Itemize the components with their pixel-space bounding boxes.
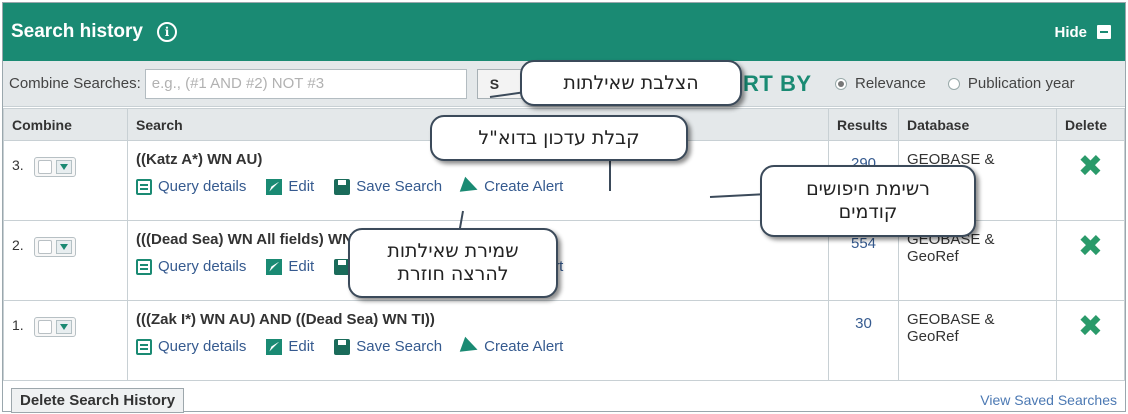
query-text: (((Zak I*) WN AU) AND ((Dead Sea) WN TI)…	[136, 311, 435, 328]
col-combine: Combine	[3, 108, 128, 141]
hide-label: Hide	[1054, 23, 1087, 41]
query-details-label: Query details	[158, 338, 247, 355]
query-details-icon	[136, 258, 152, 275]
save-search-link[interactable]: Save Search	[334, 178, 442, 195]
callout-save-line2: להרצה חוזרת	[397, 263, 509, 285]
callout-history-line1: רשימת חיפושים	[806, 178, 930, 201]
query-details-link[interactable]: Query details	[136, 178, 246, 195]
edit-label: Edit	[288, 338, 315, 355]
hide-button[interactable]: Hide	[1054, 24, 1111, 41]
callout-alert: קבלת עדכון בדוא"ל	[430, 115, 688, 161]
save-search-label: Save Search	[356, 178, 443, 195]
edit-icon	[266, 258, 283, 275]
col-database: Database	[898, 108, 1057, 141]
query-details-icon	[136, 338, 152, 355]
callout-combine-text: הצלבת שאילתות	[563, 71, 699, 94]
combine-dropdown-icon[interactable]	[55, 320, 72, 334]
edit-link[interactable]: Edit	[266, 178, 314, 195]
callout-combine: הצלבת שאילתות	[520, 60, 742, 106]
callout-save-line1: שמירת שאילתות	[387, 240, 519, 263]
combine-searches-input[interactable]	[144, 68, 467, 99]
collapse-icon	[1097, 25, 1111, 39]
edit-icon	[266, 338, 283, 355]
row-number: 3.	[12, 157, 24, 173]
row-number: 2.	[12, 237, 24, 253]
alert-icon	[459, 176, 481, 197]
create-alert-label: Create Alert	[484, 178, 564, 195]
edit-icon	[266, 178, 283, 195]
query-details-link[interactable]: Query details	[136, 258, 246, 275]
edit-label: Edit	[288, 178, 315, 195]
callout-save: שמירת שאילתות להרצה חוזרת	[348, 228, 558, 298]
row-number: 1.	[12, 317, 24, 333]
combine-dropdown-icon[interactable]	[55, 240, 72, 254]
col-results: Results	[828, 108, 899, 141]
panel-title: Search history	[11, 21, 143, 42]
edit-link[interactable]: Edit	[266, 258, 314, 275]
sort-options: Relevance Publication year	[835, 75, 1097, 92]
save-search-link[interactable]: Save Search	[334, 338, 442, 355]
edit-link[interactable]: Edit	[266, 338, 314, 355]
combine-checkbox[interactable]	[37, 160, 52, 174]
sort-relevance-label: Relevance	[855, 75, 926, 92]
search-history-header: Search history i Hide	[3, 3, 1125, 61]
query-details-label: Query details	[158, 258, 247, 275]
combine-checkbox[interactable]	[37, 320, 52, 334]
delete-icon[interactable]: ✖	[1056, 220, 1125, 301]
table-row: 1. (((Zak I*) WN AU) AND ((Dead Sea) WN …	[3, 300, 1125, 381]
save-icon	[334, 338, 351, 355]
combine-searches-label: Combine Searches:	[9, 75, 141, 92]
sort-year-label: Publication year	[967, 75, 1075, 92]
col-delete: Delete	[1056, 108, 1125, 141]
sort-by-label: RT BY	[743, 71, 812, 96]
query-details-label: Query details	[158, 178, 247, 195]
edit-label: Edit	[288, 258, 315, 275]
results-link[interactable]: 30	[828, 300, 899, 381]
sort-relevance-radio[interactable]	[835, 77, 847, 90]
alert-icon	[459, 336, 481, 357]
callout-alert-text: קבלת עדכון בדוא"ל	[478, 126, 640, 149]
combine-checkbox[interactable]	[37, 240, 52, 254]
callout-history: רשימת חיפושים קודמים	[760, 165, 976, 237]
query-details-link[interactable]: Query details	[136, 338, 246, 355]
sort-year-radio[interactable]	[947, 77, 960, 90]
query-details-icon	[136, 178, 152, 195]
delete-icon[interactable]: ✖	[1056, 140, 1125, 221]
save-search-label: Save Search	[356, 338, 443, 355]
view-saved-searches-link[interactable]: View Saved Searches	[980, 392, 1117, 408]
callout-history-line2: קודמים	[838, 201, 898, 223]
database-cell: GEOBASE & GeoRef	[898, 300, 1057, 381]
create-alert-link[interactable]: Create Alert	[459, 176, 564, 197]
save-icon	[334, 178, 351, 195]
delete-search-history-button[interactable]: Delete Search History	[11, 387, 185, 413]
create-alert-label: Create Alert	[484, 338, 564, 355]
combine-dropdown-icon[interactable]	[55, 160, 72, 174]
info-icon[interactable]: i	[157, 22, 177, 42]
delete-icon[interactable]: ✖	[1056, 300, 1125, 381]
callout-pointer	[609, 161, 611, 191]
history-footer: Delete Search History View Saved Searche…	[3, 387, 1125, 413]
create-alert-link[interactable]: Create Alert	[459, 336, 564, 357]
